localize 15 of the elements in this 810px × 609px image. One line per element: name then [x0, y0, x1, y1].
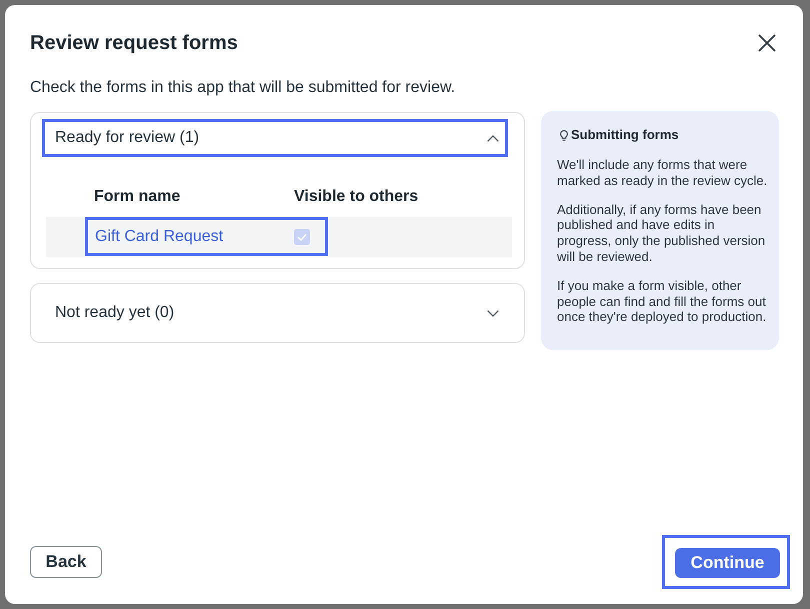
chevron-up-icon	[487, 134, 499, 142]
chevron-down-icon	[487, 310, 499, 316]
back-button[interactable]: Back	[30, 546, 102, 578]
info-paragraph: We'll include any forms that were marked as ready in the review cycle.	[557, 157, 768, 189]
column-header: Visible to others	[294, 187, 418, 207]
dialog-title: Review request forms	[30, 31, 238, 55]
dialog-description: Check the forms in this app that will be submitted for review.	[30, 78, 456, 98]
lightbulb-icon	[560, 130, 568, 140]
info-paragraph: If you make a form visible, other people can find and fill the forms out once they're deployed to production.	[557, 278, 768, 326]
info-title: Submitting forms	[571, 127, 679, 143]
continue-button[interactable]: Continue	[675, 548, 780, 578]
close-icon[interactable]	[758, 34, 776, 52]
accordion-header[interactable]: Ready for review (1)	[42, 119, 508, 157]
column-header: Form name	[93, 187, 182, 207]
info-paragraph: Additionally, if any forms have been published and have edits in progress, only the published version will be reviewed.	[557, 202, 766, 265]
